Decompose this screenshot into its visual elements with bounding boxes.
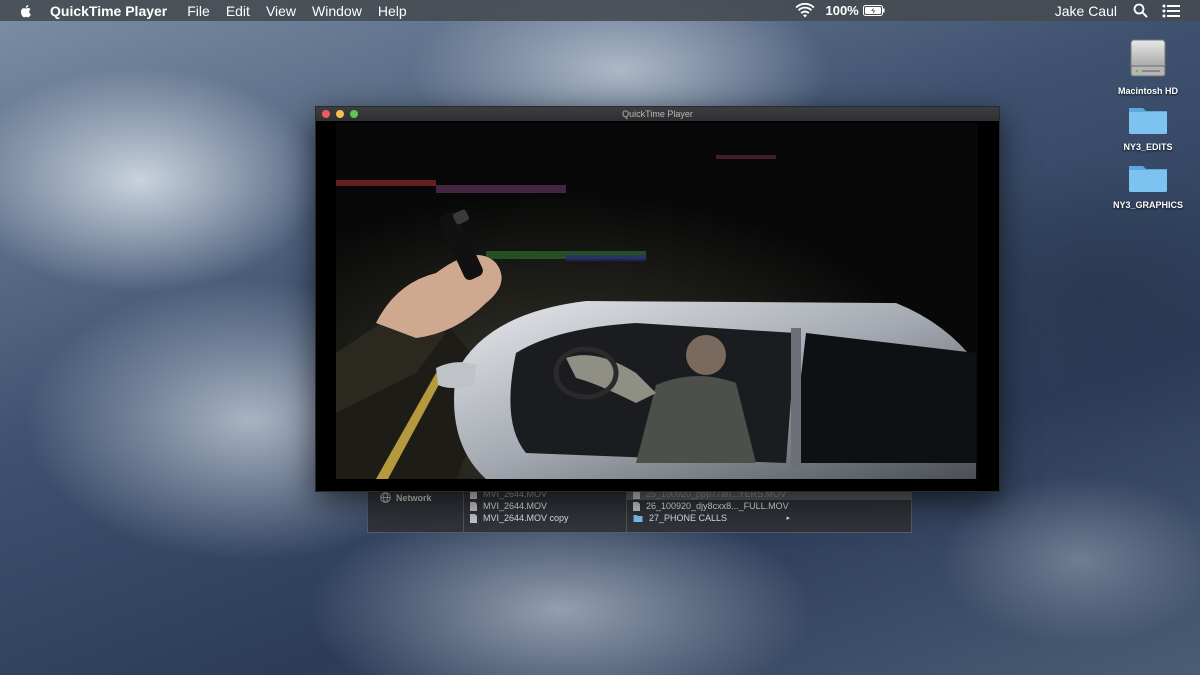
- chevron-right-icon: ▸: [786, 515, 790, 522]
- folder-icon: [1129, 166, 1167, 192]
- notification-center-icon[interactable]: [1162, 4, 1180, 18]
- menu-view[interactable]: View: [266, 3, 296, 19]
- file-icon: [470, 501, 477, 511]
- spotlight-search-icon[interactable]: [1133, 3, 1148, 18]
- file-icon: [470, 513, 477, 523]
- menu-file[interactable]: File: [187, 3, 210, 19]
- video-frame[interactable]: [336, 123, 978, 479]
- desktop-icon-label: Macintosh HD: [1117, 86, 1178, 96]
- desktop-icon-ny3-graphics[interactable]: NY3_GRAPHICS: [1098, 160, 1198, 210]
- list-item[interactable]: 26_100920_djy8cxx8..._FULL.MOV: [627, 500, 912, 512]
- file-icon: [633, 501, 640, 511]
- list-item[interactable]: MVI_2644.MOV: [464, 500, 627, 512]
- minimize-button[interactable]: [336, 110, 344, 118]
- video-image: [336, 123, 978, 479]
- menu-bar: QuickTime Player File Edit View Window H…: [0, 0, 1200, 21]
- battery-icon[interactable]: [862, 5, 885, 16]
- folder-name: 27_PHONE CALLS: [649, 513, 728, 523]
- sidebar-item-label: Network: [396, 492, 432, 503]
- folder-icon: [633, 515, 643, 522]
- window-titlebar[interactable]: QuickTime Player: [316, 107, 999, 121]
- hard-drive-icon: [1130, 39, 1166, 77]
- globe-icon: [380, 492, 391, 503]
- user-name[interactable]: Jake Caul: [1055, 3, 1117, 19]
- wifi-icon[interactable]: [795, 2, 815, 19]
- finder-column-2: MVI_2644.MOV MVI_2644.MOV MVI_2644.MOV c…: [463, 488, 627, 532]
- apple-icon[interactable]: [18, 3, 34, 19]
- finder-sidebar: Network: [368, 488, 463, 532]
- menu-window[interactable]: Window: [312, 3, 362, 19]
- folder-icon: [1129, 108, 1167, 134]
- desktop-icon-label: NY3_GRAPHICS: [1112, 200, 1184, 210]
- quicktime-window: QuickTime Player: [315, 106, 1000, 492]
- file-name: 26_100920_djy8cxx8..._FULL.MOV: [646, 501, 789, 511]
- desktop-icon-label: NY3_EDITS: [1123, 142, 1173, 152]
- desktop-icon-ny3-edits[interactable]: NY3_EDITS: [1098, 102, 1198, 152]
- window-title: QuickTime Player: [622, 109, 693, 119]
- file-name: MVI_2644.MOV copy: [483, 513, 569, 523]
- list-item[interactable]: MVI_2644.MOV copy: [464, 512, 627, 524]
- menu-help[interactable]: Help: [378, 3, 407, 19]
- finder-window: Network MVI_2644.MOV MVI_2644.MOV MVI_26…: [367, 487, 912, 533]
- menu-edit[interactable]: Edit: [226, 3, 250, 19]
- desktop-icon-macintosh-hd[interactable]: Macintosh HD: [1098, 38, 1198, 96]
- battery-percentage: 100%: [825, 3, 859, 18]
- sidebar-item-network[interactable]: Network: [380, 492, 432, 503]
- menu-app-name[interactable]: QuickTime Player: [50, 3, 167, 19]
- finder-column-3: 25_100920_ppp77an...YERS.MOV 26_100920_d…: [626, 488, 912, 532]
- file-name: MVI_2644.MOV: [483, 501, 548, 511]
- status-area: 100% Jake Caul: [795, 0, 1200, 21]
- list-item[interactable]: 27_PHONE CALLS ▸: [627, 512, 912, 524]
- zoom-button[interactable]: [350, 110, 358, 118]
- close-button[interactable]: [322, 110, 330, 118]
